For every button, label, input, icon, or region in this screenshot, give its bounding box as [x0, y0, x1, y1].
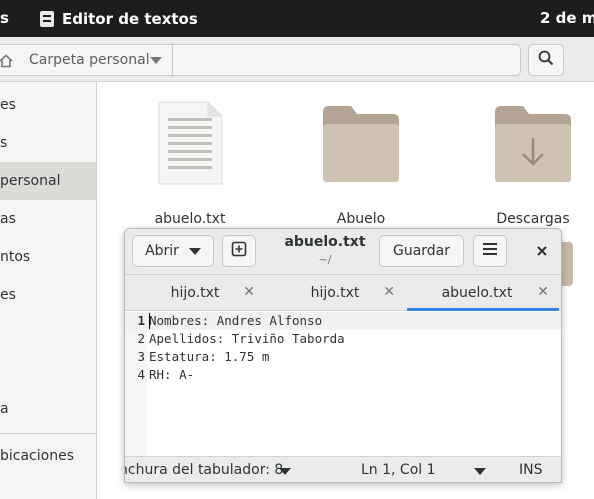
- file-item-abuelo-txt[interactable]: abuelo.txt: [130, 100, 250, 240]
- sidebar-item-downloads[interactable]: as: [0, 200, 96, 238]
- path-bar: Carpeta personal: [0, 44, 521, 76]
- insert-mode-indicator: INS: [519, 462, 543, 478]
- document-title: abuelo.txt: [284, 234, 366, 250]
- sidebar-item-recent[interactable]: es: [0, 86, 96, 124]
- chevron-down-icon[interactable]: [279, 468, 291, 475]
- cursor-position-selector[interactable]: Ln 1, Col 1: [361, 462, 436, 478]
- search-icon: [538, 50, 554, 70]
- path-home-label: Carpeta personal: [29, 52, 150, 68]
- files-header-bar: Carpeta personal: [0, 37, 594, 82]
- text-cursor: [149, 313, 150, 329]
- line-number: 1: [137, 313, 145, 328]
- status-bar: nchura del tabulador: 8 Ln 1, Col 1 INS: [125, 456, 561, 482]
- line-text: Estatura: 1.75 m: [149, 349, 270, 364]
- tab-width-selector[interactable]: nchura del tabulador: 8: [125, 462, 283, 478]
- tab-bar: hijo.txt ✕ hijo.txt ✕ abuelo.txt ✕: [125, 275, 561, 311]
- chevron-down-icon: [188, 247, 201, 255]
- editor-line[interactable]: 4 RH: A-: [125, 366, 561, 384]
- line-number: 4: [137, 367, 145, 382]
- tab-label: abuelo.txt: [441, 285, 513, 301]
- editor-line[interactable]: 1 Nombres: Andres Alfonso: [125, 312, 561, 330]
- activities-button[interactable]: s: [0, 0, 9, 37]
- close-icon: [536, 241, 548, 262]
- sidebar-item-other-locations[interactable]: bicaciones: [0, 437, 96, 475]
- sidebar-item-starred[interactable]: s: [0, 124, 96, 162]
- chevron-down-icon[interactable]: [150, 57, 162, 64]
- file-name: Abuelo: [336, 211, 386, 227]
- close-window-button[interactable]: [526, 235, 558, 267]
- search-button[interactable]: [528, 44, 564, 76]
- sidebar-item-music[interactable]: es: [0, 276, 96, 314]
- line-text: RH: A-: [149, 367, 195, 382]
- chevron-down-icon[interactable]: [474, 468, 486, 475]
- line-number: 2: [137, 331, 145, 346]
- app-name: Editor de textos: [62, 9, 198, 28]
- active-tab-indicator: [407, 308, 559, 311]
- home-icon: [0, 53, 13, 68]
- hamburger-menu-icon: [482, 242, 498, 260]
- document-path: ~/: [318, 253, 332, 266]
- line-text: Apellidos: Triviño Taborda: [149, 331, 345, 346]
- sidebar-item-trash[interactable]: a: [0, 390, 96, 428]
- file-name: abuelo.txt: [154, 211, 226, 227]
- path-home-button[interactable]: Carpeta personal: [0, 45, 173, 75]
- open-label: Abrir: [145, 243, 179, 259]
- tab-hijo-1[interactable]: hijo.txt ✕: [125, 275, 265, 311]
- open-button[interactable]: Abrir: [132, 235, 214, 267]
- app-menu[interactable]: Editor de textos: [40, 0, 198, 37]
- file-item-descargas-folder[interactable]: Descargas: [473, 100, 593, 240]
- editor-headerbar: Abrir abuelo.txt ~/ Guardar: [125, 229, 561, 275]
- sidebar-item-home[interactable]: personal: [0, 162, 96, 200]
- sidebar-item-documents[interactable]: ntos: [0, 238, 96, 276]
- line-text: Nombres: Andres Alfonso: [149, 313, 323, 328]
- line-number: 3: [137, 349, 145, 364]
- file-name: Descargas: [496, 211, 570, 227]
- window-title: abuelo.txt ~/: [265, 234, 385, 266]
- tab-hijo-2[interactable]: hijo.txt ✕: [265, 275, 405, 311]
- editor-line[interactable]: 2 Apellidos: Triviño Taborda: [125, 330, 561, 348]
- editor-line[interactable]: 3 Estatura: 1.75 m: [125, 348, 561, 366]
- close-icon[interactable]: ✕: [537, 284, 549, 300]
- save-button[interactable]: Guardar: [379, 235, 464, 267]
- close-icon[interactable]: ✕: [383, 284, 395, 300]
- hamburger-menu-button[interactable]: [473, 235, 507, 267]
- file-item-abuelo-folder[interactable]: Abuelo: [301, 100, 421, 240]
- text-editor-icon: [40, 10, 54, 27]
- new-tab-button[interactable]: [222, 235, 256, 267]
- close-icon[interactable]: ✕: [243, 284, 255, 300]
- files-sidebar: es s personal as ntos es a bicaciones: [0, 82, 97, 499]
- new-document-icon: [231, 241, 247, 261]
- tab-abuelo[interactable]: abuelo.txt ✕: [407, 275, 559, 311]
- text-editor-area[interactable]: 1 Nombres: Andres Alfonso 2 Apellidos: T…: [125, 312, 561, 456]
- top-bar: s Editor de textos 2 de ma: [0, 0, 594, 37]
- save-label: Guardar: [392, 243, 451, 259]
- clock[interactable]: 2 de ma: [540, 0, 594, 37]
- sidebar-divider: [0, 433, 96, 434]
- text-editor-window: Abrir abuelo.txt ~/ Guardar hijo.txt ✕ h…: [124, 228, 562, 483]
